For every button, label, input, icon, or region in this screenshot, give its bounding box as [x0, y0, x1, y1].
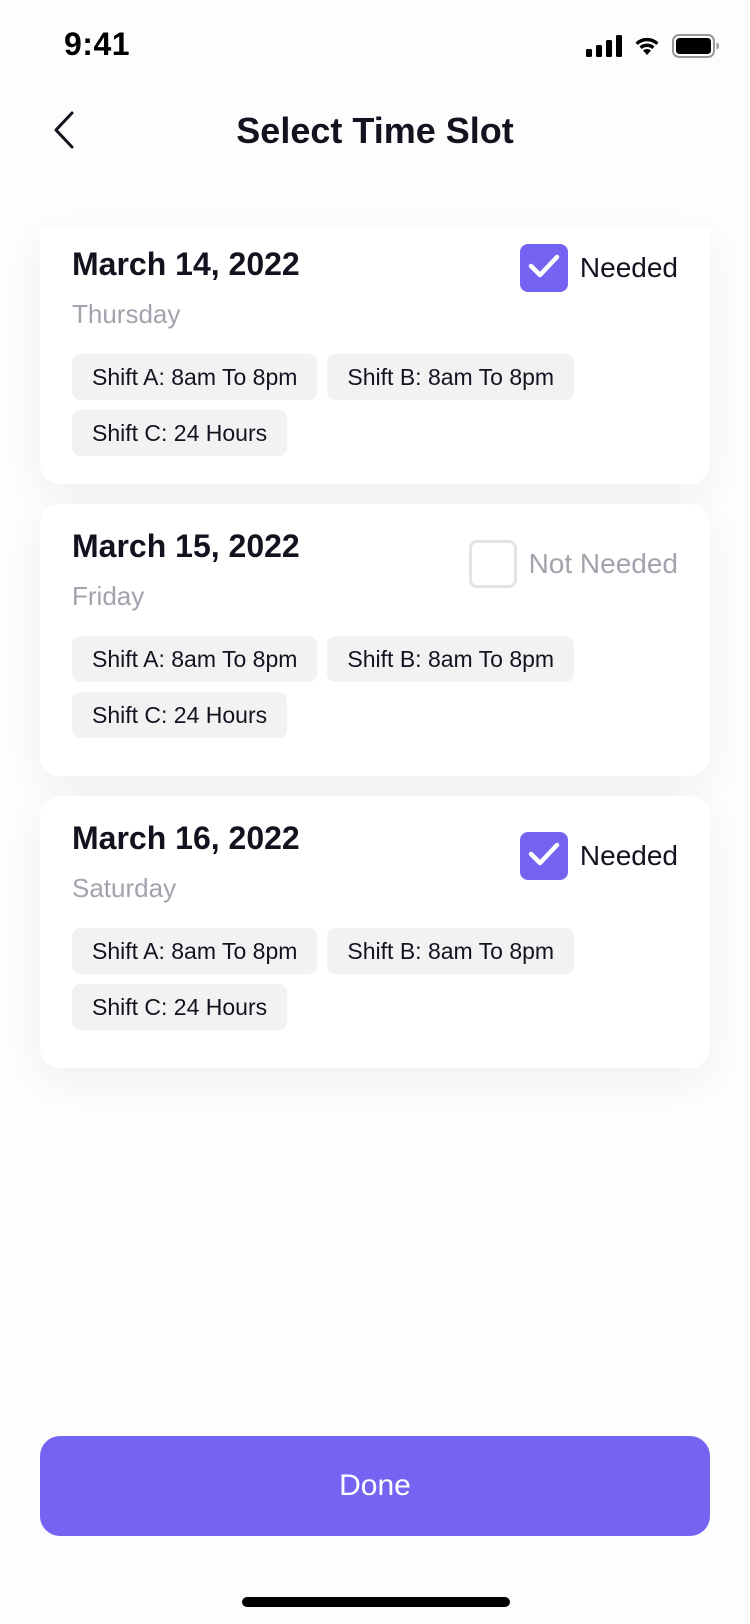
page-title: Select Time Slot [236, 110, 514, 151]
wifi-icon [632, 35, 662, 57]
home-indicator [242, 1597, 510, 1607]
day-card: March 15, 2022 Friday Shift A: 8am To 8p… [40, 504, 710, 776]
day-card: March 14, 2022 Thursday Shift A: 8am To … [40, 228, 710, 484]
checkmark-icon [528, 253, 560, 284]
shift-chip[interactable]: Shift A: 8am To 8pm [72, 354, 318, 400]
needed-label: Not Needed [528, 548, 678, 579]
shift-list: Shift A: 8am To 8pm Shift B: 8am To 8pm … [72, 354, 592, 456]
needed-label: Needed [579, 840, 678, 871]
shift-chip[interactable]: Shift C: 24 Hours [72, 692, 288, 738]
card-weekday: Thursday [72, 299, 181, 329]
day-card-list: March 14, 2022 Thursday Shift A: 8am To … [40, 228, 710, 1088]
checkmark-icon [528, 841, 560, 872]
screen: 9:41 Select Time Slot March 14, 2022 Thu… [0, 0, 750, 1624]
battery-icon [672, 34, 720, 58]
checkbox-checked[interactable] [519, 244, 568, 292]
checkbox-checked[interactable] [519, 832, 568, 880]
shift-list: Shift A: 8am To 8pm Shift B: 8am To 8pm … [72, 928, 592, 1030]
status-time: 9:41 [64, 26, 131, 62]
needed-label: Needed [579, 252, 678, 283]
shift-chip[interactable]: Shift C: 24 Hours [72, 410, 288, 456]
done-button[interactable]: Done [40, 1436, 710, 1536]
header: Select Time Slot [0, 92, 750, 172]
needed-toggle[interactable]: Needed [519, 832, 678, 880]
shift-chip[interactable]: Shift B: 8am To 8pm [327, 636, 575, 682]
signal-icon [586, 35, 622, 57]
shift-chip[interactable]: Shift B: 8am To 8pm [327, 928, 575, 974]
checkbox-unchecked[interactable] [468, 540, 517, 588]
needed-toggle[interactable]: Needed [519, 244, 678, 292]
shift-list: Shift A: 8am To 8pm Shift B: 8am To 8pm … [72, 636, 592, 738]
day-card: March 16, 2022 Saturday Shift A: 8am To … [40, 796, 710, 1068]
status-bar: 9:41 [0, 0, 750, 90]
shift-chip[interactable]: Shift B: 8am To 8pm [327, 354, 575, 400]
shift-chip[interactable]: Shift A: 8am To 8pm [72, 928, 318, 974]
status-icons [586, 30, 720, 62]
shift-chip[interactable]: Shift A: 8am To 8pm [72, 636, 318, 682]
needed-toggle[interactable]: Not Needed [468, 540, 678, 588]
shift-chip[interactable]: Shift C: 24 Hours [72, 984, 288, 1030]
